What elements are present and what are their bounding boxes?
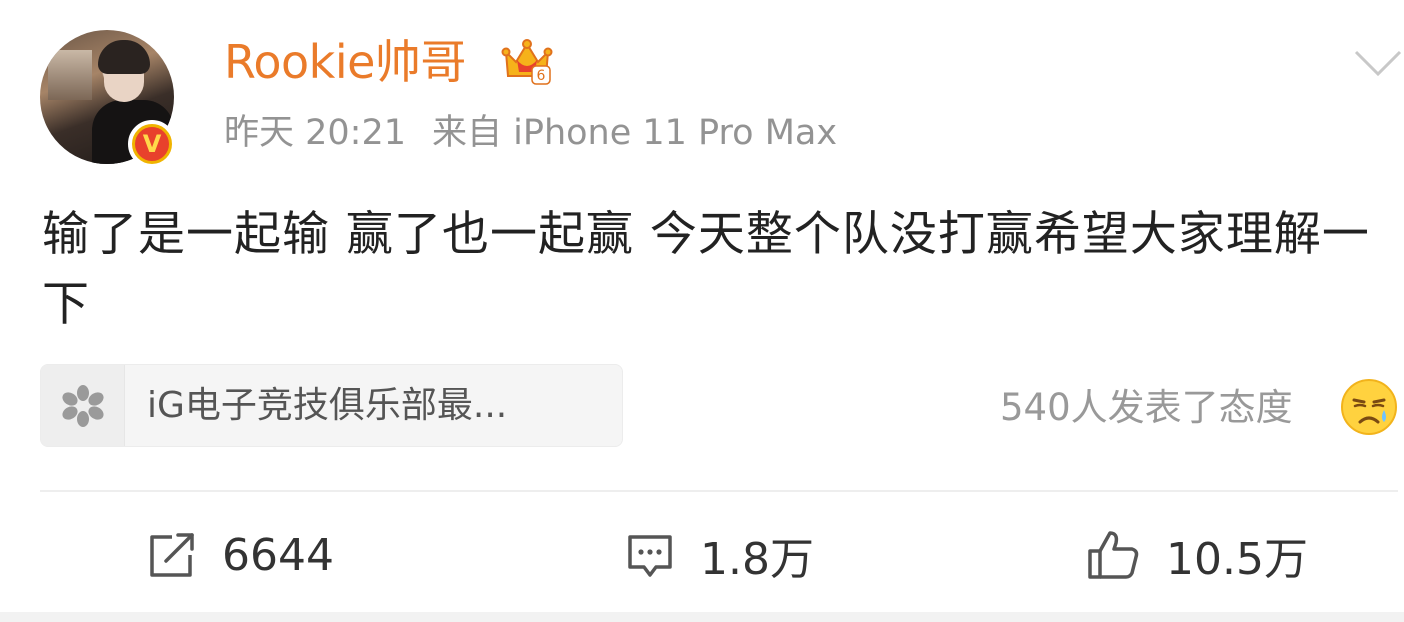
- post-meta: 昨天 20:21 来自 iPhone 11 Pro Max: [224, 108, 837, 158]
- like-count: 10.5万: [1166, 534, 1308, 585]
- sad-face-icon[interactable]: [1340, 378, 1398, 436]
- comment-count: 1.8万: [700, 534, 814, 585]
- post-source: 来自 iPhone 11 Pro Max: [432, 113, 838, 153]
- like-button[interactable]: 10.5万: [1086, 522, 1308, 588]
- super-topic-icon: [61, 384, 104, 427]
- chevron-down-icon[interactable]: [1352, 46, 1404, 80]
- avatar-background: [48, 50, 92, 100]
- topic-card[interactable]: iG电子竞技俱乐部最...: [40, 364, 623, 447]
- crown-member-icon: 6: [501, 39, 553, 85]
- post-time: 昨天 20:21: [224, 113, 406, 153]
- verified-mark: V: [135, 127, 169, 161]
- avatar-hair: [98, 40, 150, 74]
- verified-badge-icon: V: [128, 120, 176, 168]
- weibo-post-card: V Rookie帅哥 6 昨天 20:21 来自 iPhone 11 Pro Ma…: [0, 0, 1404, 622]
- repost-icon: [150, 533, 194, 577]
- topic-icon-box: [41, 365, 125, 446]
- member-level: 6: [537, 68, 546, 84]
- bottom-separator: [0, 612, 1404, 622]
- divider: [40, 490, 1398, 492]
- thumbs-up-icon: [1088, 531, 1139, 579]
- repost-button[interactable]: 6644: [146, 522, 334, 588]
- username[interactable]: Rookie帅哥: [224, 32, 466, 92]
- comment-button[interactable]: 1.8万: [624, 522, 814, 588]
- repost-count: 6644: [222, 529, 334, 581]
- reactions-summary[interactable]: 540人发表了态度: [1000, 382, 1293, 434]
- comment-icon: [628, 535, 672, 577]
- post-text: 输了是一起输 赢了也一起赢 今天整个队没打赢希望大家理解一下: [42, 207, 1370, 332]
- topic-label: iG电子竞技俱乐部最...: [147, 385, 508, 426]
